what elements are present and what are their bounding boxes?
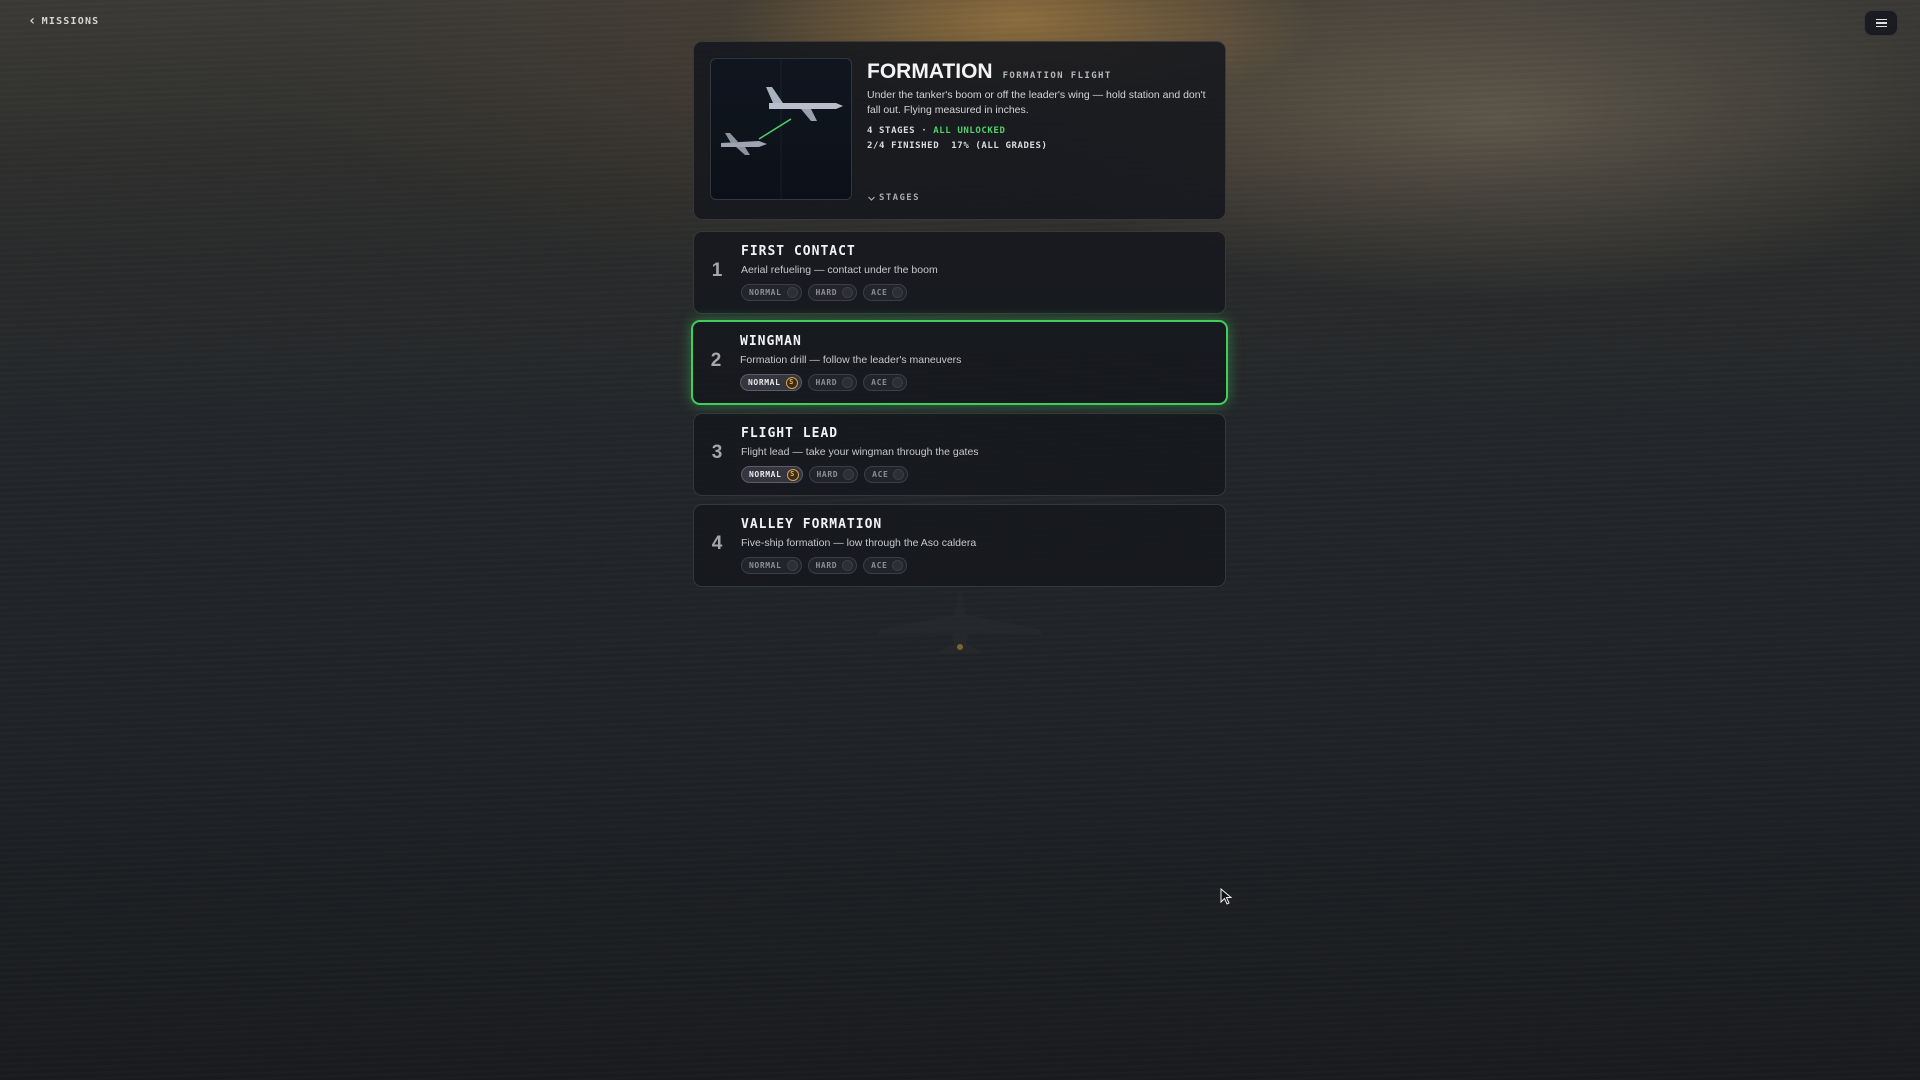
medal-empty-icon <box>786 287 798 298</box>
grade-normal[interactable]: NORMAL S <box>740 374 802 391</box>
mission-progress-info: 2/4 FINISHED 17% (ALL GRADES) <box>867 141 1048 151</box>
mission-subtitle: FORMATION FLIGHT <box>1002 71 1112 81</box>
grade-hard[interactable]: HARD <box>807 557 858 574</box>
grade-label: ACE <box>871 288 888 297</box>
grade-normal[interactable]: NORMAL <box>741 557 802 574</box>
grade-label: NORMAL <box>749 288 782 297</box>
medal-empty-icon <box>892 287 904 298</box>
mission-thumbnail <box>710 58 852 200</box>
formation-preview-image <box>721 59 843 199</box>
grade-hard[interactable]: HARD <box>807 374 858 391</box>
grade-ace[interactable]: ACE <box>864 466 909 483</box>
stage-number: 4 <box>711 533 723 554</box>
grade-label: NORMAL <box>749 561 782 570</box>
medal-s-icon: S <box>785 376 798 389</box>
medal-s-icon: S <box>786 468 799 481</box>
grade-ace[interactable]: ACE <box>863 374 908 391</box>
mouse-cursor-icon <box>1220 888 1233 905</box>
stage-number: 2 <box>710 350 722 371</box>
grade-label: ACE <box>871 378 888 387</box>
medal-empty-icon <box>786 560 798 571</box>
stage-description: Formation drill — follow the leader's ma… <box>740 354 962 366</box>
finished-count: 2/4 FINISHED <box>867 141 940 151</box>
grade-ace[interactable]: ACE <box>863 557 908 574</box>
mission-header-card: FORMATION FORMATION FLIGHT Under the tan… <box>693 41 1226 220</box>
player-jet <box>878 587 1042 654</box>
medal-empty-icon <box>842 377 854 388</box>
grade-hard[interactable]: HARD <box>808 466 859 483</box>
medal-empty-icon <box>842 287 854 298</box>
stage-description: Flight lead — take your wingman through … <box>741 446 979 458</box>
stage-card-flight-lead[interactable]: 3 FLIGHT LEAD Flight lead — take your wi… <box>693 413 1226 496</box>
grade-label: ACE <box>871 561 888 570</box>
hamburger-icon <box>1875 18 1887 21</box>
medal-empty-icon <box>893 469 905 480</box>
completion-percent: 17% (ALL GRADES) <box>951 141 1048 151</box>
grade-ace[interactable]: ACE <box>863 284 908 301</box>
back-to-missions-link[interactable]: ‹ MISSIONS <box>28 14 99 28</box>
medal-empty-icon <box>842 560 854 571</box>
unlock-status: ALL UNLOCKED <box>933 126 1006 136</box>
medal-empty-icon <box>892 377 904 388</box>
stage-number: 3 <box>711 442 723 463</box>
stage-card-wingman[interactable]: 2 WINGMAN Formation drill — follow the l… <box>691 320 1228 405</box>
medal-empty-icon <box>892 560 904 571</box>
stage-name: WINGMAN <box>740 334 802 349</box>
grade-normal[interactable]: NORMAL S <box>741 466 803 483</box>
stage-name: FLIGHT LEAD <box>741 426 839 441</box>
mission-stage-info: 4 STAGES · ALL UNLOCKED <box>867 126 1005 136</box>
stages-toggle-label: STAGES <box>879 193 920 203</box>
stage-number: 1 <box>711 260 723 281</box>
mission-description: Under the tanker's boom or off the leade… <box>867 89 1206 116</box>
stage-name: VALLEY FORMATION <box>741 517 883 532</box>
grade-label: ACE <box>872 470 889 479</box>
grade-hard[interactable]: HARD <box>807 284 858 301</box>
meta-separator: · <box>921 126 928 136</box>
grade-label: HARD <box>815 378 838 387</box>
grade-normal[interactable]: NORMAL <box>741 284 802 301</box>
menu-button[interactable] <box>1864 10 1898 36</box>
stage-card-first-contact[interactable]: 1 FIRST CONTACT Aerial refueling — conta… <box>693 231 1226 314</box>
grade-label: HARD <box>815 561 838 570</box>
stage-name: FIRST CONTACT <box>741 244 856 259</box>
medal-empty-icon <box>843 469 855 480</box>
stages-toggle[interactable]: STAGES <box>867 193 920 203</box>
stage-description: Five-ship formation — low through the As… <box>741 537 977 549</box>
stage-description: Aerial refueling — contact under the boo… <box>741 264 938 276</box>
stage-card-valley-formation[interactable]: 4 VALLEY FORMATION Five-ship formation —… <box>693 504 1226 587</box>
back-label: MISSIONS <box>41 15 100 27</box>
grade-label: NORMAL <box>749 470 782 479</box>
chevron-left-icon: ‹ <box>28 13 38 29</box>
mission-title: FORMATION <box>867 60 993 83</box>
grade-label: HARD <box>816 470 839 479</box>
chevron-down-icon <box>868 196 875 201</box>
stage-count: 4 STAGES <box>867 126 916 136</box>
grade-label: HARD <box>815 288 838 297</box>
grade-label: NORMAL <box>748 378 781 387</box>
